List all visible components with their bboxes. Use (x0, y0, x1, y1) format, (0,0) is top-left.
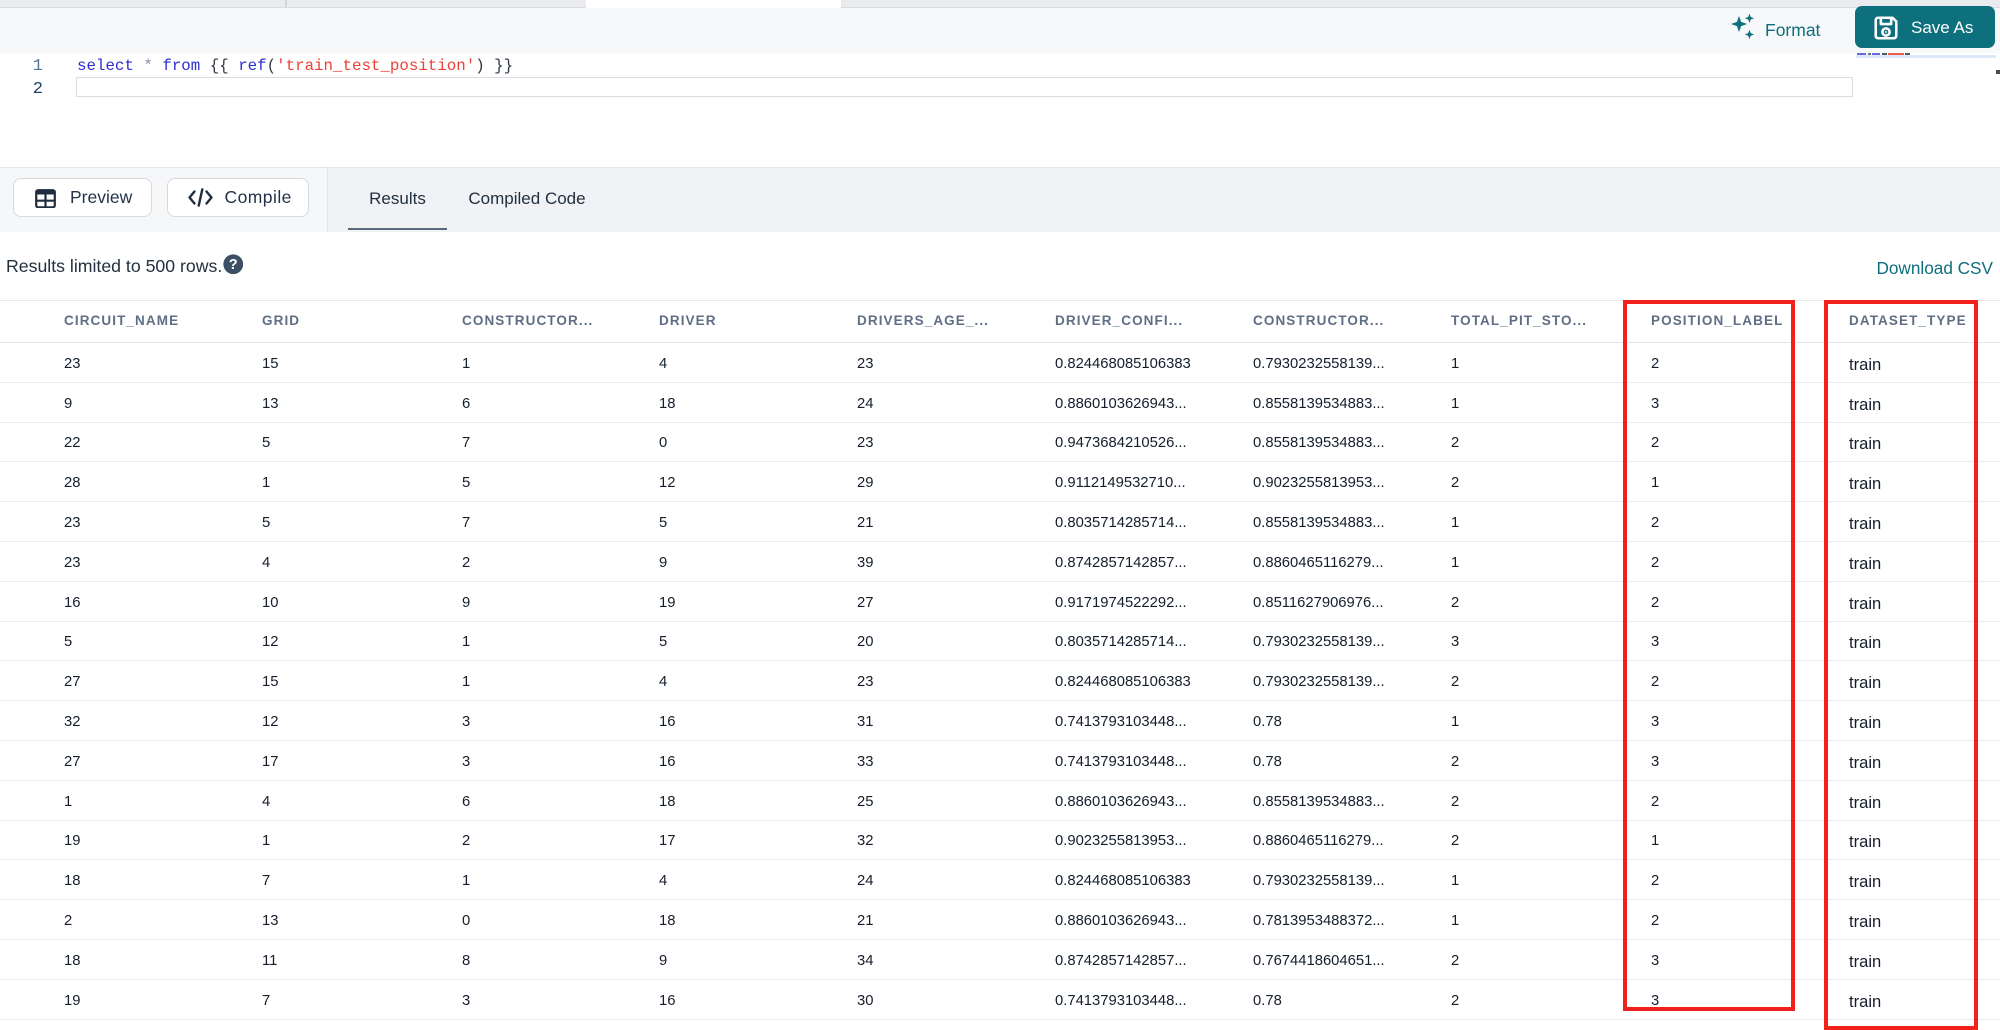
svg-text:?: ? (228, 257, 237, 273)
